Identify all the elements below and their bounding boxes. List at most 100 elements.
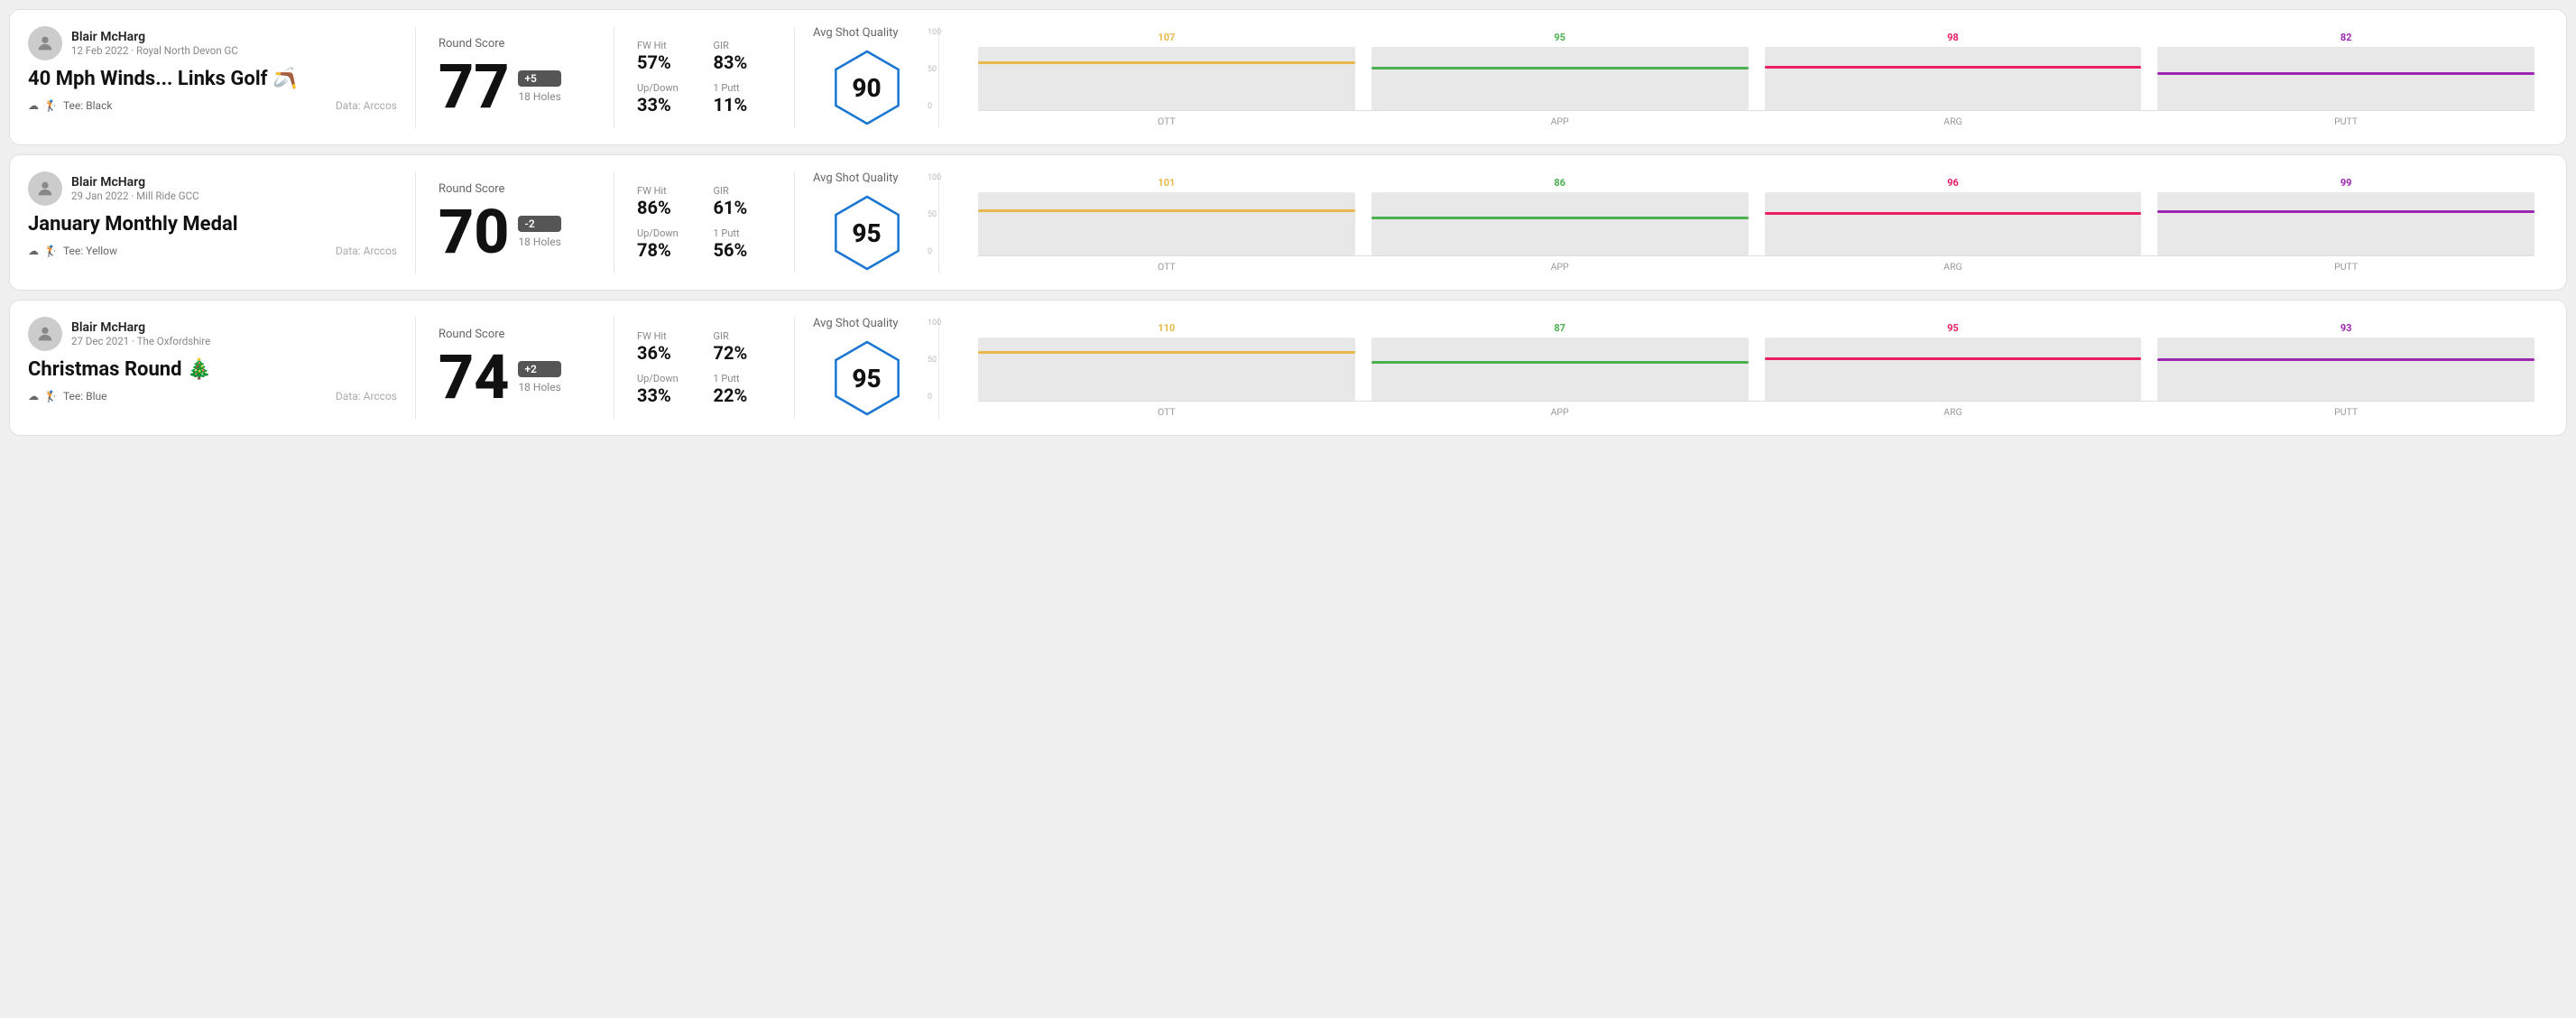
quality-section: Avg Shot Quality 90 — [795, 26, 939, 128]
round-card-3: Blair McHarg27 Dec 2021 · The Oxfordshir… — [9, 300, 2567, 436]
bar-value: 99 — [2341, 177, 2352, 189]
bar-chart: 101 OTT 86APP96ARG99PUTT — [978, 173, 2534, 273]
bar-group-arg: 96ARG — [1765, 177, 2142, 273]
stat-item-2: Up/Down33% — [637, 82, 696, 116]
score-badge-col: +218 Holes — [518, 361, 560, 393]
stat-item-0: FW Hit36% — [637, 330, 696, 364]
score-number: 77 — [439, 56, 509, 117]
round-title: Christmas Round 🎄 — [28, 358, 397, 381]
stats-grid: FW Hit86%GIR61%Up/Down78%1 Putt56% — [637, 185, 771, 261]
score-section: Round Score70-218 Holes — [416, 171, 614, 273]
tee-info: ☁🏌Tee: Yellow — [28, 245, 117, 257]
stat-label: Up/Down — [637, 82, 696, 94]
score-section: Round Score 74 +218 Holes — [416, 317, 614, 419]
bar-background — [978, 47, 1355, 110]
hexagon-wrap: 95 — [826, 338, 908, 419]
stat-value: 86% — [637, 197, 696, 218]
stats-section: FW Hit36%GIR72%Up/Down33%1 Putt22% — [614, 317, 795, 419]
y-label: 50 — [928, 356, 941, 365]
chart-y-labels: 100500 — [928, 319, 941, 402]
bag-icon: 🏌 — [44, 390, 58, 403]
round-title: 40 Mph Winds... Links Golf 🪃 — [28, 68, 397, 90]
stat-label: FW Hit — [637, 185, 696, 197]
user-name: Blair McHarg — [71, 30, 238, 44]
stats-grid: FW Hit36%GIR72%Up/Down33%1 Putt22% — [637, 330, 771, 406]
bottom-row: ☁🏌Tee: BlueData: Arccos — [28, 390, 397, 403]
user-row: Blair McHarg29 Jan 2022 · Mill Ride GCC — [28, 171, 397, 206]
bar-background — [1371, 192, 1749, 255]
hex-score: 95 — [852, 364, 881, 393]
bar-container — [1371, 192, 1749, 255]
avg-shot-quality-label: Avg Shot Quality — [813, 26, 899, 40]
score-badge: +5 — [518, 70, 560, 87]
stat-value: 61% — [714, 197, 772, 218]
stat-item-3: 1 Putt11% — [714, 82, 772, 116]
avg-shot-quality-label: Avg Shot Quality — [813, 317, 899, 330]
hexagon-wrap: 90 — [826, 47, 908, 128]
bar-container — [978, 338, 1355, 401]
stat-value: 22% — [714, 384, 772, 406]
bar-fill — [1371, 361, 1749, 364]
score-section: Round Score 77 +5 18 Holes — [416, 26, 614, 128]
bar-group-putt: 99PUTT — [2157, 177, 2534, 273]
bar-value: 87 — [1554, 322, 1565, 334]
avg-shot-quality-label: Avg Shot Quality — [813, 171, 899, 185]
bar-background — [978, 192, 1355, 255]
y-label: 100 — [928, 319, 941, 328]
avatar — [28, 26, 62, 60]
score-badge-col: -218 Holes — [518, 216, 560, 248]
left-section: Blair McHarg12 Feb 2022 · Royal North De… — [28, 26, 416, 128]
bar-background — [1765, 192, 2142, 255]
chart-section: 100500101OTT86APP96ARG99PUTT — [939, 171, 2548, 273]
y-label: 50 — [928, 210, 941, 219]
stat-value: 78% — [637, 239, 696, 261]
bar-background — [1371, 338, 1749, 401]
y-label: 50 — [928, 65, 941, 74]
stat-value: 83% — [714, 51, 772, 73]
round-score-label: Round Score — [439, 37, 591, 51]
bar-group-app: 95APP — [1371, 32, 1749, 127]
bar-value: 98 — [1947, 32, 1959, 43]
bar-label: APP — [1551, 116, 1569, 127]
left-section: Blair McHarg29 Jan 2022 · Mill Ride GCCJ… — [28, 171, 416, 273]
bar-container — [1371, 47, 1749, 110]
bar-label: ARG — [1944, 406, 1962, 418]
round-card-1: Blair McHarg12 Feb 2022 · Royal North De… — [9, 9, 2567, 145]
stat-value: 36% — [637, 342, 696, 364]
bar-value: 95 — [1947, 322, 1959, 334]
bar-fill — [2157, 72, 2534, 75]
bar-group-app: 87APP — [1371, 322, 1749, 418]
bar-container — [978, 47, 1355, 110]
bag-icon: 🏌 — [44, 99, 58, 112]
bar-group-app: 86APP — [1371, 177, 1749, 273]
bar-label: APP — [1551, 261, 1569, 273]
chart-wrapper: 100500107OTT95APP98ARG82PUTT — [953, 28, 2534, 127]
bar-fill — [1765, 357, 2142, 360]
bar-group-putt: 93PUTT — [2157, 322, 2534, 418]
bar-value: 101 — [1158, 177, 1175, 189]
chart-y-labels: 100500 — [928, 28, 941, 111]
stat-label: GIR — [714, 40, 772, 51]
score-number: 74 — [439, 347, 509, 408]
holes-label: 18 Holes — [518, 90, 560, 103]
bar-value: 93 — [2341, 322, 2352, 334]
stat-item-1: GIR61% — [714, 185, 772, 218]
user-name: Blair McHarg — [71, 175, 199, 190]
bar-group-putt: 82PUTT — [2157, 32, 2534, 127]
stat-value: 56% — [714, 239, 772, 261]
bar-fill — [2157, 358, 2534, 361]
stat-item-2: Up/Down78% — [637, 227, 696, 261]
bar-fill — [978, 61, 1355, 64]
y-label: 100 — [928, 173, 941, 182]
axis-line — [978, 255, 2534, 256]
tee-info: ☁🏌Tee: Black — [28, 99, 112, 112]
chart-section: 100500107OTT95APP98ARG82PUTT — [939, 26, 2548, 128]
bar-label: OTT — [1158, 261, 1176, 273]
round-score-label: Round Score — [439, 328, 591, 341]
holes-label: 18 Holes — [518, 236, 560, 248]
bar-fill — [978, 351, 1355, 354]
bar-background — [2157, 192, 2534, 255]
stat-label: FW Hit — [637, 330, 696, 342]
bar-chart: 110OTT87APP95ARG93PUTT — [978, 319, 2534, 418]
bar-container — [2157, 47, 2534, 110]
